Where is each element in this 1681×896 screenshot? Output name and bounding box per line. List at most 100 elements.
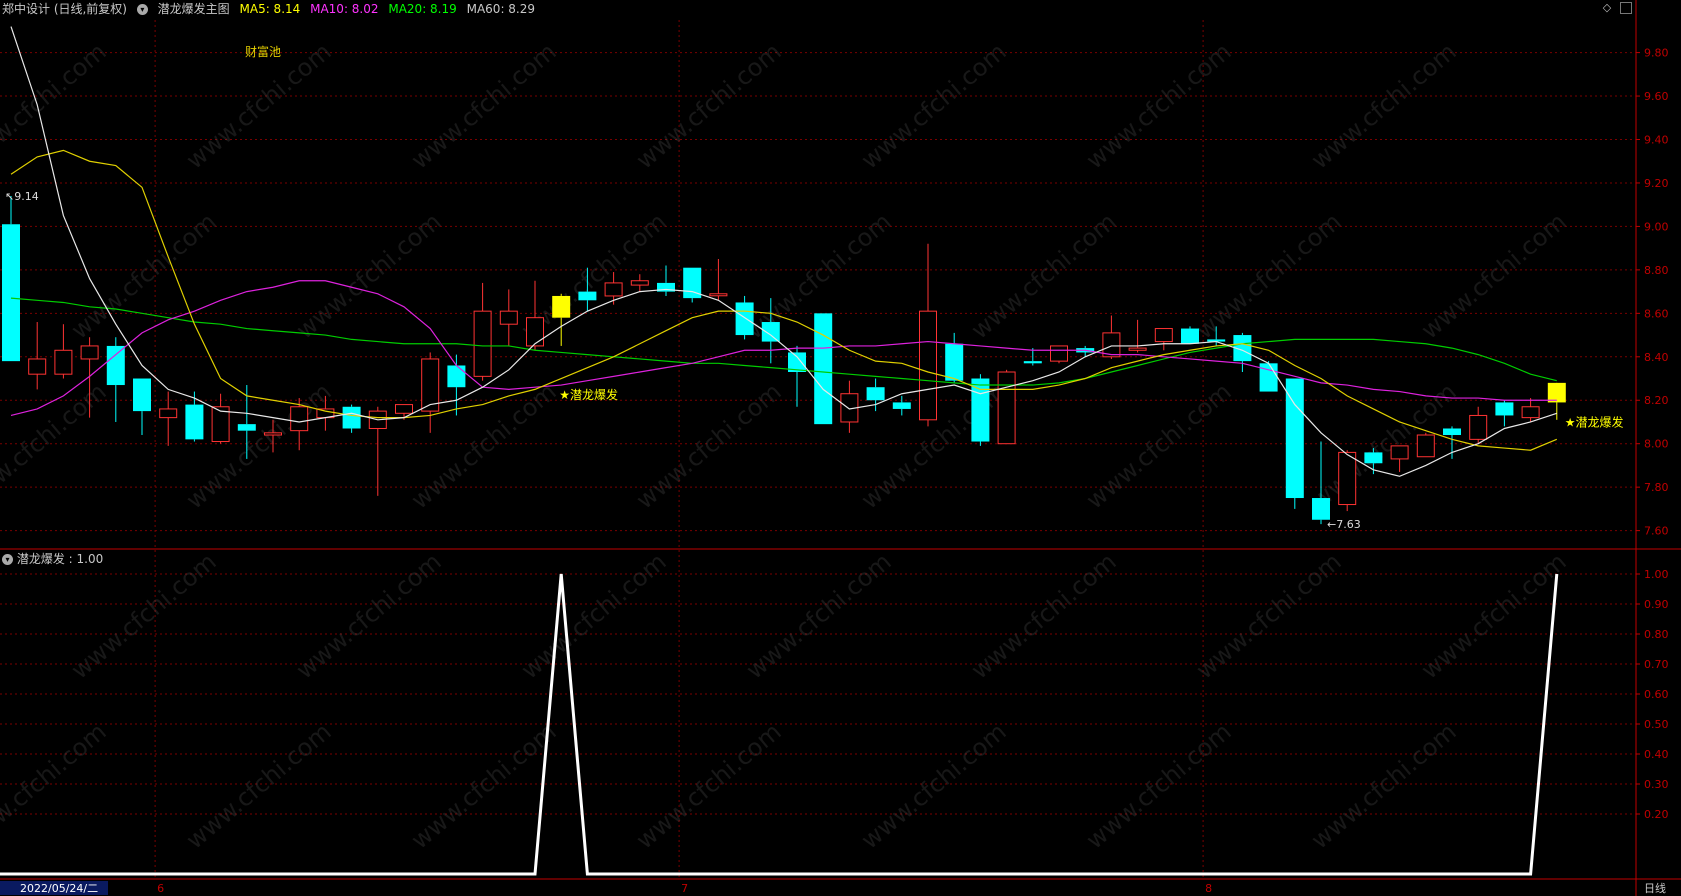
watermark-text: www.cfchi.com [1081, 377, 1237, 514]
candle-body-down [552, 295, 571, 318]
candle-body-down [1495, 402, 1514, 416]
price-tick-label: 7.80 [1644, 481, 1669, 494]
watermark-text: www.cfchi.com [966, 547, 1122, 684]
candle-body-up [159, 408, 178, 419]
price-tick-label: 8.20 [1644, 394, 1669, 407]
candle-body-down [106, 345, 125, 386]
watermark-text: www.cfchi.com [741, 547, 897, 684]
candle-body-down [578, 291, 597, 301]
candle-body-up [264, 432, 282, 436]
price-tick-label: 9.80 [1644, 47, 1669, 60]
high-price-marker: ↖9.14 [5, 190, 39, 203]
candle-body-down [814, 313, 833, 425]
watermark-text: www.cfchi.com [1081, 37, 1237, 174]
sub-tick-label: 1.00 [1644, 568, 1669, 581]
candle-body-up [1390, 445, 1409, 460]
kline-chart[interactable]: 9.80 9.60 9.40 9.20 9.00 8.80 8.60 8.40 8.20 8.00… [0, 0, 1681, 896]
signal-label: ★潜龙爆发 [559, 387, 618, 402]
candle-body-up [290, 406, 309, 432]
candle-body-up [919, 310, 937, 421]
watermark-text: www.cfchi.com [1416, 207, 1572, 344]
price-tick-label: 8.00 [1644, 438, 1669, 451]
signal-label: ★潜龙爆发 [1565, 414, 1624, 429]
price-tick-label: 7.60 [1644, 525, 1669, 538]
candle-body-down [1023, 361, 1042, 364]
candle-body-down [185, 404, 204, 440]
cursor-date: 2022/05/24/二 [20, 882, 98, 895]
watermark-text: www.cfchi.com [1081, 717, 1237, 854]
watermark-text: www.cfchi.com [1191, 547, 1347, 684]
ma-line-white [10, 26, 1557, 477]
candle-body-up [1050, 345, 1068, 362]
candle-body-down [761, 322, 780, 342]
sub-tick-label: 0.90 [1644, 598, 1669, 611]
candle-body-up [80, 345, 99, 360]
price-tick-label: 9.20 [1644, 177, 1669, 190]
candle-body-down [133, 378, 151, 412]
candle-body-down [1312, 498, 1330, 520]
watermark-text: www.cfchi.com [856, 717, 1012, 854]
candle-body-down [1547, 382, 1566, 403]
sub-tick-label: 0.80 [1644, 628, 1669, 641]
candle-body-up [997, 371, 1016, 445]
candle-body-down [1364, 452, 1383, 464]
candle-body-down [1259, 363, 1278, 392]
watermark-text: www.cfchi.com [631, 37, 787, 174]
candle-body-down [1181, 328, 1199, 344]
watermark-text: www.cfchi.com [66, 547, 222, 684]
watermark-text: www.cfchi.com [291, 547, 447, 684]
candle-body-up [709, 293, 728, 297]
candle-body-down [2, 224, 20, 362]
sub-tick-label: 0.70 [1644, 658, 1669, 671]
price-tick-label: 9.60 [1644, 90, 1669, 103]
watermark-text: www.cfchi.com [966, 207, 1122, 344]
watermark-text: www.cfchi.com [406, 37, 562, 174]
candle-body-up [395, 404, 413, 414]
candle-body-up [1338, 451, 1357, 506]
watermark-text: www.cfchi.com [1306, 377, 1462, 514]
watermark-text: www.cfchi.com [856, 37, 1012, 174]
sub-tick-label: 0.30 [1644, 778, 1669, 791]
candle-body-up [473, 310, 492, 377]
price-tick-label: 8.60 [1644, 307, 1669, 320]
month-label: 7 [681, 882, 688, 895]
candle-body-down [945, 343, 964, 381]
watermark-text: www.cfchi.com [631, 377, 787, 514]
candle-body-down [1285, 378, 1304, 499]
candle-body-up [526, 317, 544, 347]
watermark-text: www.cfchi.com [1191, 207, 1347, 344]
sub-tick-label: 0.20 [1644, 808, 1669, 821]
price-tick-label: 9.40 [1644, 134, 1669, 147]
low-price-marker: ←7.63 [1327, 518, 1361, 531]
sub-tick-label: 0.60 [1644, 688, 1669, 701]
candle-body-down [237, 424, 256, 431]
sub-tick-label: 0.50 [1644, 718, 1669, 731]
price-tick-label: 8.80 [1644, 264, 1669, 277]
candle-body-up [28, 358, 47, 375]
candle-body-up [1128, 347, 1147, 351]
watermark-text: www.cfchi.com [291, 207, 447, 344]
candle-body-up [1154, 328, 1173, 343]
watermark-text: www.cfchi.com [1306, 717, 1462, 854]
period-label: 日线 [1644, 881, 1666, 895]
candle-body-down [1443, 428, 1461, 436]
watermark-text: www.cfchi.com [0, 377, 112, 514]
watermark-text: www.cfchi.com [66, 207, 222, 344]
watermark-text: www.cfchi.com [0, 37, 112, 174]
watermark-text: www.cfchi.com [1306, 37, 1462, 174]
watermark-text: www.cfchi.com [0, 717, 112, 854]
candle-body-up [1521, 406, 1540, 419]
candle-body-down [866, 387, 885, 401]
price-tick-label: 9.00 [1644, 220, 1669, 233]
candle-body-down [447, 365, 466, 388]
sub-tick-label: 0.40 [1644, 748, 1669, 761]
candle-body-down [892, 402, 911, 409]
month-label: 8 [1205, 882, 1212, 895]
watermark-text: www.cfchi.com [181, 717, 337, 854]
watermark-text: www.cfchi.com [631, 717, 787, 854]
candle-body-down [971, 378, 990, 442]
price-tick-label: 8.40 [1644, 351, 1669, 364]
candle-body-up [1416, 434, 1435, 458]
candle-body-up [499, 310, 518, 325]
candle-body-down [735, 302, 754, 336]
